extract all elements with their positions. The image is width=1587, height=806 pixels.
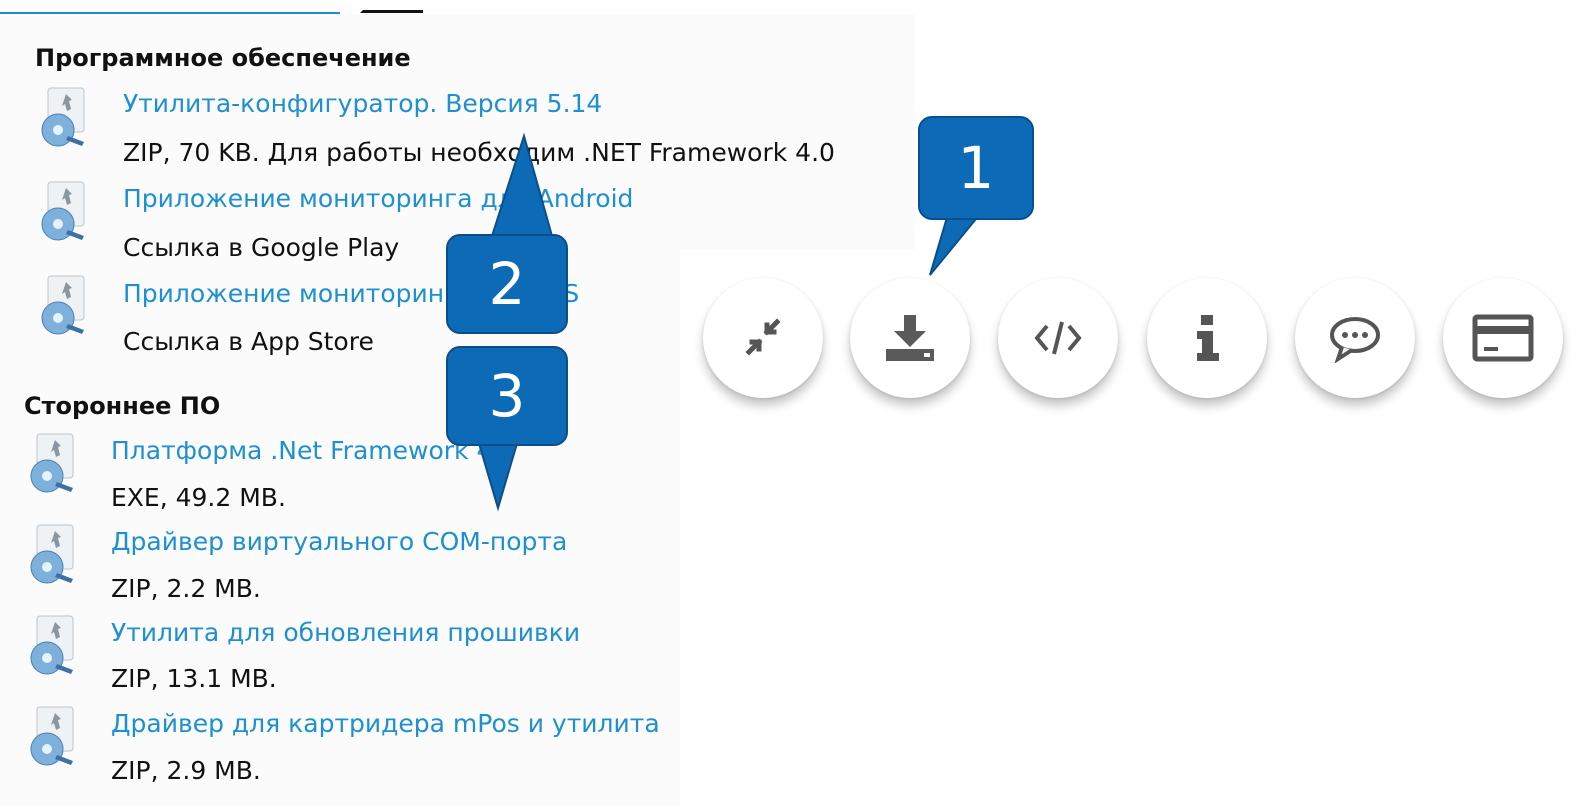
item-desc-com-driver: ZIP, 2.2 MB.: [111, 574, 261, 603]
software-file-icon: [30, 524, 74, 584]
collapse-button[interactable]: [703, 278, 823, 398]
info-icon: [1197, 315, 1219, 361]
collapse-arrows-icon: [745, 318, 781, 356]
software-file-icon: [41, 181, 85, 241]
callout-3: 3: [446, 346, 568, 446]
item-desc-mpos-driver: ZIP, 2.9 MB.: [111, 756, 261, 785]
callout-1: 1: [918, 116, 1034, 220]
item-desc-configurator: ZIP, 70 KB. Для работы необходим .NET Fr…: [123, 138, 835, 167]
download-icon: [886, 315, 934, 361]
item-link-mpos-driver[interactable]: Драйвер для картридера mPos и утилита: [111, 709, 660, 738]
comment-icon: [1330, 317, 1380, 363]
item-desc-firmware-updater: ZIP, 13.1 MB.: [111, 664, 277, 693]
software-file-icon: [41, 275, 85, 335]
code-icon: [1034, 321, 1082, 355]
cropped-heading-fragment: [360, 0, 423, 13]
item-desc-android: Ссылка в Google Play: [123, 233, 400, 262]
item-link-configurator[interactable]: Утилита-конфигуратор. Версия 5.14: [123, 89, 602, 118]
item-desc-ios: Ссылка в App Store: [123, 327, 374, 356]
download-button[interactable]: [850, 278, 970, 398]
info-button[interactable]: [1147, 278, 1267, 398]
software-file-icon: [30, 433, 74, 493]
software-file-icon: [30, 706, 74, 766]
item-link-com-driver[interactable]: Драйвер виртуального COM-порта: [111, 527, 567, 556]
item-link-android[interactable]: Приложение мониторинга для Android: [123, 184, 633, 213]
item-desc-netframework: EXE, 49.2 MB.: [111, 483, 286, 512]
comment-button[interactable]: [1295, 278, 1415, 398]
section-title-third-party: Стороннее ПО: [24, 392, 221, 420]
software-file-icon: [30, 615, 74, 675]
embed-code-button[interactable]: [998, 278, 1118, 398]
item-link-firmware-updater[interactable]: Утилита для обновления прошивки: [111, 618, 580, 647]
software-file-icon: [41, 87, 85, 147]
card-icon: [1472, 314, 1534, 362]
card-button[interactable]: [1443, 278, 1563, 398]
section-title-software: Программное обеспечение: [35, 44, 411, 72]
cropped-link-underline: [0, 0, 340, 14]
callout-2: 2: [446, 234, 568, 334]
